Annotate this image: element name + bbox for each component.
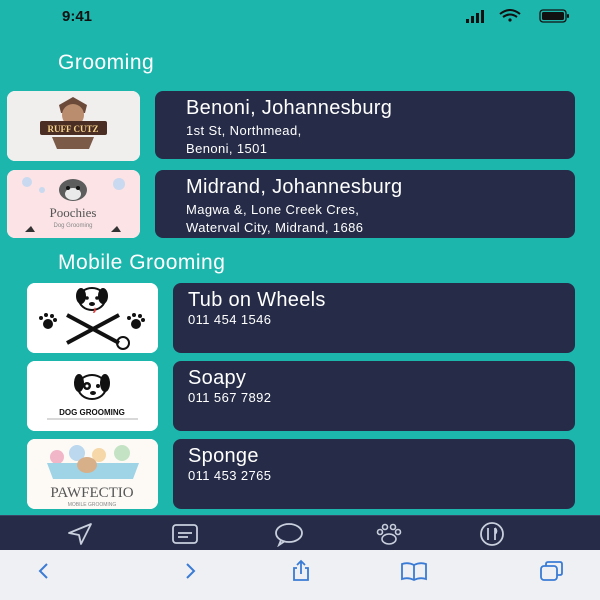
- wifi-icon: [499, 9, 521, 22]
- phone-screen: 9:41 Grooming RUFF CUTZ Benoni, Johannes…: [0, 0, 600, 600]
- dining-icon[interactable]: [470, 519, 514, 549]
- navigate-icon[interactable]: [58, 519, 102, 549]
- location-card-benoni[interactable]: Benoni, Johannesburg 1st St, Northmead, …: [155, 91, 575, 159]
- back-icon[interactable]: [24, 556, 64, 586]
- phone-number[interactable]: 011 567 7892: [188, 389, 271, 407]
- status-icons: [466, 9, 569, 23]
- status-bar: 9:41: [0, 0, 600, 32]
- service-name: Tub on Wheels: [188, 289, 326, 311]
- pawfection-logo[interactable]: PAWFECTIO MOBILE GROOMING: [27, 439, 158, 509]
- ruff-cutz-logo-text: RUFF CUTZ: [48, 124, 99, 134]
- status-time: 9:41: [62, 8, 93, 25]
- signal-icon: [466, 10, 484, 23]
- service-name: Soapy: [188, 367, 247, 389]
- mobile-card-tub-on-wheels[interactable]: Tub on Wheels 011 454 1546: [173, 283, 575, 353]
- battery-icon: [539, 9, 569, 23]
- mobile-card-soapy[interactable]: Soapy 011 567 7892: [173, 361, 575, 431]
- grooming-heading: Grooming: [58, 51, 155, 74]
- address-line-2: Benoni, 1501: [186, 141, 268, 156]
- app-screen: 9:41 Grooming RUFF CUTZ Benoni, Johannes…: [0, 0, 600, 515]
- forward-icon[interactable]: [170, 556, 210, 586]
- ruff-cutz-logo[interactable]: RUFF CUTZ: [7, 91, 140, 161]
- card-icon[interactable]: [163, 519, 207, 549]
- location-card-midrand[interactable]: Midrand, Johannesburg Magwa &, Lone Cree…: [155, 170, 575, 238]
- poochies-logo-text: Poochies: [50, 205, 97, 220]
- location-name: Midrand, Johannesburg: [186, 176, 403, 198]
- service-name: Sponge: [188, 445, 259, 467]
- soapy-logo-text: DOG GROOMING: [59, 408, 125, 417]
- pawfection-logo-text: PAWFECTIO: [50, 485, 133, 501]
- location-name: Benoni, Johannesburg: [186, 97, 393, 119]
- soapy-logo[interactable]: DOG GROOMING: [27, 361, 158, 431]
- poochies-logo-subtext: Dog Grooming: [53, 223, 92, 229]
- bookmarks-icon[interactable]: [394, 556, 434, 586]
- address-line-1: Magwa &, Lone Creek Cres,: [186, 202, 360, 217]
- paw-icon[interactable]: [367, 519, 411, 549]
- address-line-2: Waterval City, Midrand, 1686: [186, 220, 364, 235]
- address-line-1: 1st St, Northmead,: [186, 123, 302, 138]
- chat-icon[interactable]: [267, 519, 311, 549]
- mobile-grooming-heading: Mobile Grooming: [58, 251, 226, 274]
- pawfection-logo-subtext: MOBILE GROOMING: [68, 502, 117, 508]
- phone-number[interactable]: 011 453 2765: [188, 467, 271, 485]
- tub-on-wheels-logo[interactable]: [27, 283, 158, 353]
- browser-toolbar: [0, 550, 600, 600]
- app-tab-bar: [0, 515, 600, 551]
- phone-number[interactable]: 011 454 1546: [188, 311, 271, 329]
- poochies-logo[interactable]: Poochies Dog Grooming: [7, 170, 140, 238]
- share-icon[interactable]: [281, 556, 321, 586]
- tabs-icon[interactable]: [532, 556, 572, 586]
- mobile-card-sponge[interactable]: Sponge 011 453 2765: [173, 439, 575, 509]
